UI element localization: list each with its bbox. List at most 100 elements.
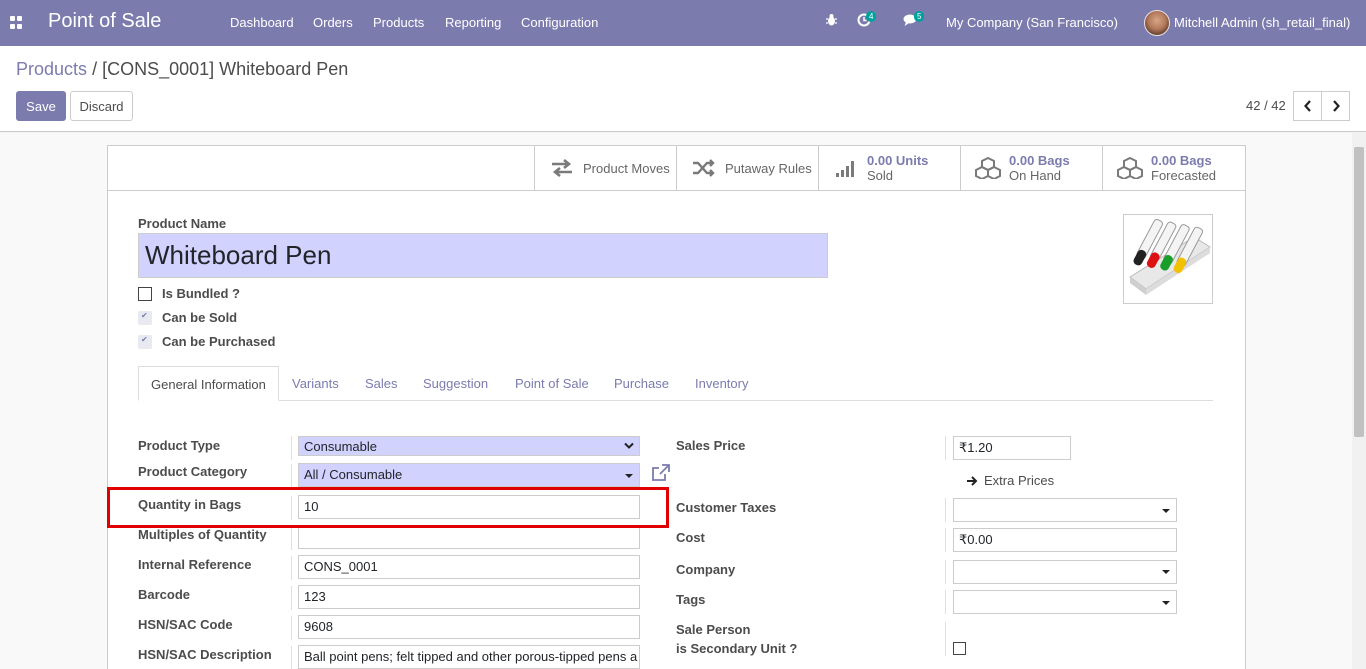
customer-taxes-select[interactable] <box>953 498 1177 522</box>
product-type-value: Consumable <box>304 439 377 454</box>
hsn-sac-code-label: HSN/SAC Code <box>138 617 233 632</box>
cost-input[interactable]: ₹0.00 <box>953 528 1177 552</box>
highlight-box <box>107 487 669 528</box>
menu-reporting[interactable]: Reporting <box>445 15 501 30</box>
can-be-sold-checkbox[interactable] <box>138 310 152 325</box>
is-bundled-label: Is Bundled ? <box>162 286 240 301</box>
on-hand-button[interactable]: 0.00 Bags On Hand <box>960 146 1102 190</box>
product-moves-label: Product Moves <box>583 160 670 176</box>
discard-button[interactable]: Discard <box>70 91 133 121</box>
can-be-purchased-checkbox[interactable] <box>138 334 152 349</box>
exchange-icon <box>549 157 575 179</box>
message-count-badge: 5 <box>914 11 925 22</box>
arrow-right-icon <box>967 475 978 486</box>
chevron-down-icon <box>624 442 634 449</box>
putaway-rules-label: Putaway Rules <box>725 160 812 176</box>
tab-general-information[interactable]: General Information <box>138 366 279 401</box>
hsn-sac-description-input[interactable]: Ball point pens; felt tipped and other p… <box>298 645 640 669</box>
tab-suggestion[interactable]: Suggestion <box>423 366 488 401</box>
menu-dashboard[interactable]: Dashboard <box>230 15 294 30</box>
activity-clock-icon[interactable]: 4 <box>857 11 877 30</box>
cubes-icon <box>975 157 1001 179</box>
company-label: Company <box>676 562 736 577</box>
tab-sales[interactable]: Sales <box>365 366 398 401</box>
company-select[interactable] <box>953 560 1177 584</box>
control-panel: Products / [CONS_0001] Whiteboard Pen Sa… <box>0 46 1366 132</box>
menu-configuration[interactable]: Configuration <box>521 15 598 30</box>
chevron-left-icon <box>1303 100 1311 112</box>
breadcrumb: Products / [CONS_0001] Whiteboard Pen <box>16 59 348 80</box>
top-navbar: Point of Sale Dashboard Orders Products … <box>0 0 1366 46</box>
product-moves-button[interactable]: Product Moves <box>534 146 676 190</box>
scrollbar-thumb[interactable] <box>1354 147 1364 437</box>
can-be-purchased-label: Can be Purchased <box>162 334 276 349</box>
secondary-unit-checkbox[interactable] <box>953 642 966 655</box>
tags-label: Tags <box>676 592 706 607</box>
menu-orders[interactable]: Orders <box>313 15 353 30</box>
sales-price-input[interactable]: ₹1.20 <box>953 436 1071 460</box>
product-name-input[interactable]: Whiteboard Pen <box>138 233 828 278</box>
on-hand-value: 0.00 Bags <box>1009 153 1070 168</box>
breadcrumb-separator: / <box>92 59 98 79</box>
cost-label: Cost <box>676 530 705 545</box>
breadcrumb-current: [CONS_0001] Whiteboard Pen <box>102 59 349 79</box>
tab-purchase[interactable]: Purchase <box>614 366 669 401</box>
save-button[interactable]: Save <box>16 91 66 121</box>
pager-value[interactable]: 42 / 42 <box>1246 98 1286 113</box>
units-sold-value: 0.00 Units <box>867 153 929 168</box>
internal-reference-input[interactable]: CONS_0001 <box>298 555 640 579</box>
smart-buttons-divider <box>108 190 1245 191</box>
debug-bug-icon[interactable] <box>825 13 838 30</box>
secondary-unit-label: is Secondary Unit ? <box>676 641 798 656</box>
sales-price-label: Sales Price <box>676 438 746 453</box>
units-sold-button[interactable]: 0.00 Units Sold <box>818 146 960 190</box>
can-be-purchased-row[interactable]: Can be Purchased <box>138 334 275 349</box>
pager-previous-button[interactable] <box>1293 91 1322 121</box>
is-bundled-checkbox[interactable] <box>138 286 152 301</box>
multiples-of-quantity-input[interactable] <box>298 525 640 549</box>
messages-chat-icon[interactable]: 5 <box>903 11 925 30</box>
product-category-select[interactable]: All / Consumable <box>298 463 640 487</box>
extra-prices-button[interactable]: Extra Prices <box>966 473 1054 488</box>
form-sheet: Product Moves Putaway Rules 0.00 Units So… <box>107 145 1246 669</box>
putaway-rules-button[interactable]: Putaway Rules <box>676 146 818 190</box>
user-avatar[interactable] <box>1144 10 1170 36</box>
random-icon <box>691 157 717 179</box>
user-menu[interactable]: Mitchell Admin (sh_retail_final) <box>1174 15 1350 30</box>
external-link-icon[interactable] <box>651 464 671 485</box>
product-type-select[interactable]: Consumable <box>298 436 640 456</box>
units-sold-label: Sold <box>867 168 894 183</box>
forecasted-label: Forecasted <box>1151 168 1217 183</box>
barcode-label: Barcode <box>138 587 191 602</box>
can-be-sold-label: Can be Sold <box>162 310 238 325</box>
vertical-scrollbar[interactable] <box>1352 133 1366 669</box>
app-title[interactable]: Point of Sale <box>48 10 161 33</box>
menu-products[interactable]: Products <box>373 15 424 30</box>
internal-reference-label: Internal Reference <box>138 557 252 572</box>
can-be-sold-row[interactable]: Can be Sold <box>138 310 237 325</box>
is-bundled-row[interactable]: Is Bundled ? <box>138 286 240 301</box>
product-name-label: Product Name <box>138 216 227 231</box>
product-image[interactable] <box>1123 214 1213 304</box>
cubes-icon <box>1117 157 1143 179</box>
product-category-label: Product Category <box>138 464 248 479</box>
activity-count-badge: 4 <box>866 11 877 22</box>
apps-menu-icon[interactable] <box>10 16 23 29</box>
breadcrumb-products-link[interactable]: Products <box>16 59 87 79</box>
barcode-input[interactable]: 123 <box>298 585 640 609</box>
forecasted-button[interactable]: 0.00 Bags Forecasted <box>1102 146 1244 190</box>
tab-inventory[interactable]: Inventory <box>695 366 748 401</box>
tab-variants[interactable]: Variants <box>292 366 339 401</box>
product-category-value: All / Consumable <box>304 467 403 482</box>
hsn-sac-code-input[interactable]: 9608 <box>298 615 640 639</box>
signal-icon <box>833 157 859 179</box>
tab-point-of-sale[interactable]: Point of Sale <box>515 366 589 401</box>
tags-select[interactable] <box>953 590 1177 614</box>
company-switcher[interactable]: My Company (San Francisco) <box>946 15 1118 30</box>
sale-person-label: Sale Person <box>676 622 751 637</box>
hsn-sac-description-label: HSN/SAC Description <box>138 647 272 662</box>
customer-taxes-label: Customer Taxes <box>676 500 777 515</box>
multiples-of-quantity-label: Multiples of Quantity <box>138 527 267 542</box>
product-type-label: Product Type <box>138 438 221 453</box>
pager-next-button[interactable] <box>1321 91 1350 121</box>
